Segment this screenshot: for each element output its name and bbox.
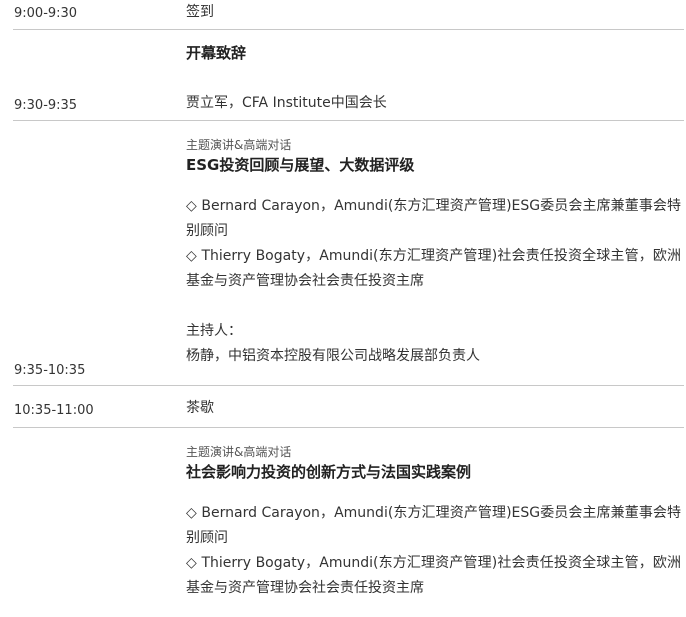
agenda-row-checkin: 9:00-9:30 签到	[0, 0, 686, 30]
agenda-row-opening: 9:30-9:35 开幕致辞 贾立军，CFA Institute中国会长	[0, 30, 686, 121]
agenda-row-keynote-esg: 9:35-10:35 主题演讲&高端对话 ESG投资回顾与展望、大数据评级 ◇ …	[0, 121, 686, 386]
session-text: 茶歇	[186, 400, 214, 416]
session-title: 开幕致辞	[186, 44, 247, 62]
agenda-schedule: 9:00-9:30 签到 9:30-9:35 开幕致辞 贾立军，CFA Inst…	[0, 0, 686, 617]
session-speaker: 贾立军，CFA Institute中国会长	[186, 95, 387, 111]
session-category: 主题演讲&高端对话	[186, 138, 292, 152]
time-label: 9:00-9:30	[14, 6, 78, 21]
agenda-row-keynote-impact: 主题演讲&高端对话 社会影响力投资的创新方式与法国实践案例 ◇ Bernard …	[0, 428, 686, 617]
session-title: 社会影响力投资的创新方式与法国实践案例	[186, 463, 472, 481]
time-label: 9:30-9:35	[14, 98, 78, 113]
session-text: 签到	[186, 4, 214, 20]
session-category: 主题演讲&高端对话	[186, 445, 292, 459]
speaker-item: ◇ Bernard Carayon，Amundi(东方汇理资产管理)ESG委员会…	[186, 505, 681, 546]
time-label: 9:35-10:35	[14, 363, 86, 378]
host-label: 主持人：	[186, 323, 242, 339]
speaker-item: ◇ Thierry Bogaty，Amundi(东方汇理资产管理)社会责任投资全…	[186, 248, 681, 289]
agenda-row-tea-break: 10:35-11:00 茶歇	[0, 386, 686, 428]
host-name: 杨静，中铝资本控股有限公司战略发展部负责人	[186, 348, 480, 364]
session-title: ESG投资回顾与展望、大数据评级	[186, 156, 415, 174]
speaker-item: ◇ Bernard Carayon，Amundi(东方汇理资产管理)ESG委员会…	[186, 198, 681, 239]
time-label: 10:35-11:00	[14, 403, 94, 418]
speaker-item: ◇ Thierry Bogaty，Amundi(东方汇理资产管理)社会责任投资全…	[186, 555, 681, 596]
